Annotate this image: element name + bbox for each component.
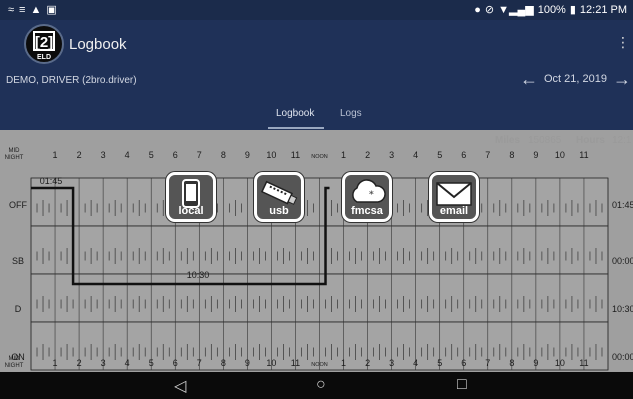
hour-label: 9 xyxy=(245,358,250,368)
hour-label: 1 xyxy=(341,150,346,160)
row-total-sb: 00:00 xyxy=(612,256,633,266)
location-icon: ● xyxy=(474,3,481,16)
export-options: local usb * fmcsa email xyxy=(0,172,633,228)
mid-night-label: MID xyxy=(9,148,21,154)
noon-label: NOON xyxy=(311,154,328,160)
arrow-left-icon[interactable]: ← xyxy=(520,70,538,88)
hour-label: 2 xyxy=(365,358,370,368)
mid-night-label: NIGHT xyxy=(5,155,24,161)
recents-icon[interactable]: □ xyxy=(457,376,467,394)
driver-name: DEMO, DRIVER (2bro.driver) xyxy=(6,75,137,86)
arrow-right-icon[interactable]: → xyxy=(613,70,631,88)
hour-label: 10 xyxy=(266,358,276,368)
clock: 12:21 PM xyxy=(579,3,627,16)
app-title: Logbook xyxy=(69,36,127,53)
status-bar: ≈ ≡ ▲ ▣ ● ⊘ ▼▂▄▆ 100% ▮ 12:21 PM xyxy=(0,0,633,20)
current-date: Oct 21, 2019 xyxy=(544,73,607,85)
hour-label: 7 xyxy=(197,150,202,160)
back-icon[interactable]: ◁ xyxy=(174,376,186,396)
hour-label: 11 xyxy=(291,150,300,160)
hour-label: 7 xyxy=(197,358,202,368)
hour-label: 10 xyxy=(555,358,565,368)
notes-icon: ≡ xyxy=(19,3,26,16)
hour-label: 2 xyxy=(365,150,370,160)
row-label-sb: SB xyxy=(12,256,24,266)
row-total-on: 00:00 xyxy=(612,352,633,362)
hour-label: 5 xyxy=(437,150,442,160)
hour-label: 1 xyxy=(341,358,346,368)
svg-text:*: * xyxy=(369,190,374,200)
hour-label: 8 xyxy=(221,150,226,160)
hour-label: 7 xyxy=(485,150,490,160)
export-fmcsa-button[interactable]: * fmcsa xyxy=(342,172,392,222)
hour-label: 6 xyxy=(461,150,466,160)
logo-text: [2] xyxy=(35,34,53,51)
noon-label: NOON xyxy=(311,362,328,368)
hour-label: 8 xyxy=(221,358,226,368)
more-vert-icon[interactable]: ⋮ xyxy=(616,34,630,51)
export-fmcsa-label: fmcsa xyxy=(351,205,383,217)
hour-label: 11 xyxy=(291,358,300,368)
hour-label: 4 xyxy=(413,358,418,368)
hour-label: 7 xyxy=(485,358,490,368)
hour-label: 6 xyxy=(173,358,178,368)
eld-logo-icon: [2] ELD xyxy=(33,31,55,61)
hour-label: 3 xyxy=(101,358,106,368)
tab-logs[interactable]: Logs xyxy=(340,108,362,119)
hour-label: 9 xyxy=(533,358,538,368)
hour-label: 4 xyxy=(413,150,418,160)
export-local-button[interactable]: local xyxy=(166,172,216,222)
hour-label: 2 xyxy=(77,150,82,160)
image-icon: ▣ xyxy=(46,4,57,16)
duty-status-graph[interactable]: MIDNIGHT 1 2 3 4 5 6 7 8 9 10 11 NOON 1 2 3 4 5 6 7 8 9 10 11MI… xyxy=(0,130,633,372)
hour-label: 11 xyxy=(579,150,588,160)
export-usb-button[interactable]: usb xyxy=(254,172,304,222)
hour-label: 9 xyxy=(245,150,250,160)
hour-label: 5 xyxy=(149,358,154,368)
hour-label: 4 xyxy=(125,150,130,160)
hour-label: 11 xyxy=(579,358,588,368)
app-logo: [2] ELD xyxy=(24,24,64,64)
status-left-icons: ≈ ≡ ▲ ▣ xyxy=(8,3,57,17)
hour-label: 1 xyxy=(53,150,58,160)
hour-label: 2 xyxy=(77,358,82,368)
hour-label: 3 xyxy=(389,358,394,368)
hour-label: 6 xyxy=(461,358,466,368)
battery-icon: ▮ xyxy=(569,4,576,16)
hour-label: 9 xyxy=(533,150,538,160)
row-total-d: 10:30 xyxy=(612,304,633,314)
export-usb-label: usb xyxy=(269,205,289,217)
hour-label: 4 xyxy=(125,358,130,368)
hour-label: 3 xyxy=(389,150,394,160)
warning-icon: ▲ xyxy=(30,3,42,16)
tab-logbook[interactable]: Logbook xyxy=(276,108,314,119)
row-label-on: ON xyxy=(11,352,25,362)
hour-label: 5 xyxy=(149,150,154,160)
row-label-d: D xyxy=(15,304,22,314)
app-header: [2] ELD Logbook ⋮ DEMO, DRIVER (2bro.dri… xyxy=(0,20,633,130)
logo-subtext: ELD xyxy=(37,54,51,61)
active-tab-indicator xyxy=(268,127,324,129)
battery-percent: 100% xyxy=(537,3,566,16)
hour-label: 3 xyxy=(101,150,106,160)
blocked-icon: ⊘ xyxy=(484,4,495,16)
logbook-grid-area: Miles 150865 Hours 12:1 MID NIGHT 1 2 3 4 5 6 7 8… xyxy=(0,130,633,372)
hour-label: 8 xyxy=(509,358,514,368)
hour-label: 10 xyxy=(555,150,565,160)
date-navigator: ← Oct 21, 2019 → xyxy=(520,70,631,88)
signal-icon: ▼▂▄▆ xyxy=(498,4,534,16)
export-email-button[interactable]: email xyxy=(429,172,479,222)
hour-label: 1 xyxy=(53,358,58,368)
hour-label: 10 xyxy=(266,150,276,160)
status-right: ● ⊘ ▼▂▄▆ 100% ▮ 12:21 PM xyxy=(474,3,627,17)
duty-annotation: 10:30 xyxy=(187,270,210,280)
hour-label: 6 xyxy=(173,150,178,160)
mid-night-label: NIGHT xyxy=(5,363,24,369)
wifi-icon: ≈ xyxy=(8,3,15,16)
home-icon[interactable]: ○ xyxy=(316,376,326,394)
system-nav-bar: ◁ ○ □ xyxy=(0,372,633,399)
hour-label: 8 xyxy=(509,150,514,160)
hour-label: 5 xyxy=(437,358,442,368)
tab-bar: Logbook Logs xyxy=(0,100,633,130)
